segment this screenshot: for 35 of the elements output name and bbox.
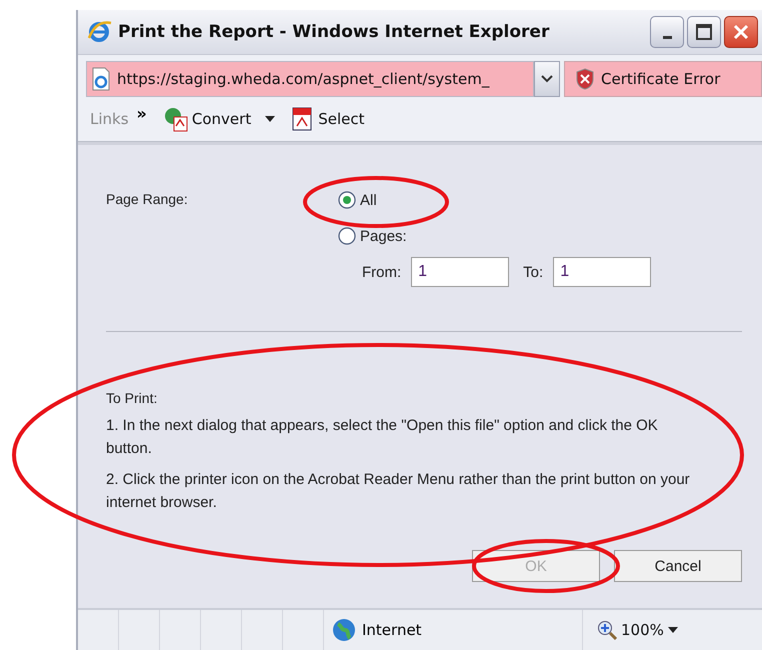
from-label: From: bbox=[362, 264, 402, 280]
security-zone: Internet bbox=[324, 610, 583, 650]
convert-button[interactable]: Convert bbox=[162, 106, 252, 132]
page-icon bbox=[91, 67, 111, 91]
address-field[interactable]: https://staging.wheda.com/aspnet_client/system_ bbox=[86, 61, 534, 97]
to-label: To: bbox=[523, 264, 544, 280]
caret-icon[interactable] bbox=[668, 627, 678, 633]
certificate-error-button[interactable]: Certificate Error bbox=[564, 61, 762, 97]
shield-icon bbox=[575, 68, 595, 90]
minimize-button[interactable] bbox=[650, 16, 684, 48]
chevron-down-icon bbox=[541, 75, 553, 83]
links-label: Links bbox=[90, 110, 129, 128]
caret-icon[interactable] bbox=[265, 116, 276, 122]
page-range-radio[interactable]: Pages: bbox=[338, 227, 742, 245]
close-button[interactable] bbox=[724, 16, 758, 48]
maximize-icon bbox=[695, 23, 713, 41]
globe-pdf-icon bbox=[162, 106, 189, 132]
window-title: Print the Report - Windows Internet Explorer bbox=[118, 22, 550, 42]
to-field[interactable]: 1 bbox=[553, 257, 652, 287]
page-range-radio[interactable]: All bbox=[338, 191, 742, 209]
dropdown-button[interactable] bbox=[534, 61, 560, 97]
globe-icon bbox=[332, 618, 356, 642]
zoom-icon bbox=[597, 620, 617, 640]
instructions-heading: To Print: bbox=[106, 390, 158, 406]
instruction-step: 2. Click the printer icon on the Acrobat Reader Menu rather than the print button on your internet browser. bbox=[106, 468, 698, 514]
minimize-icon bbox=[662, 36, 672, 39]
more-links-button[interactable]: » bbox=[136, 104, 147, 122]
page-range-label: Page Range: bbox=[106, 191, 189, 209]
cancel-button[interactable]: Cancel bbox=[614, 550, 742, 582]
select-button[interactable]: Select bbox=[291, 106, 364, 132]
zoom-button[interactable]: 100% bbox=[583, 619, 684, 641]
maximize-button[interactable] bbox=[687, 16, 721, 48]
from-field[interactable]: 1 bbox=[411, 257, 510, 287]
instruction-step: 1. In the next dialog that appears, select the "Open this file" option and click the OK button. bbox=[106, 414, 698, 460]
close-icon bbox=[732, 23, 750, 41]
